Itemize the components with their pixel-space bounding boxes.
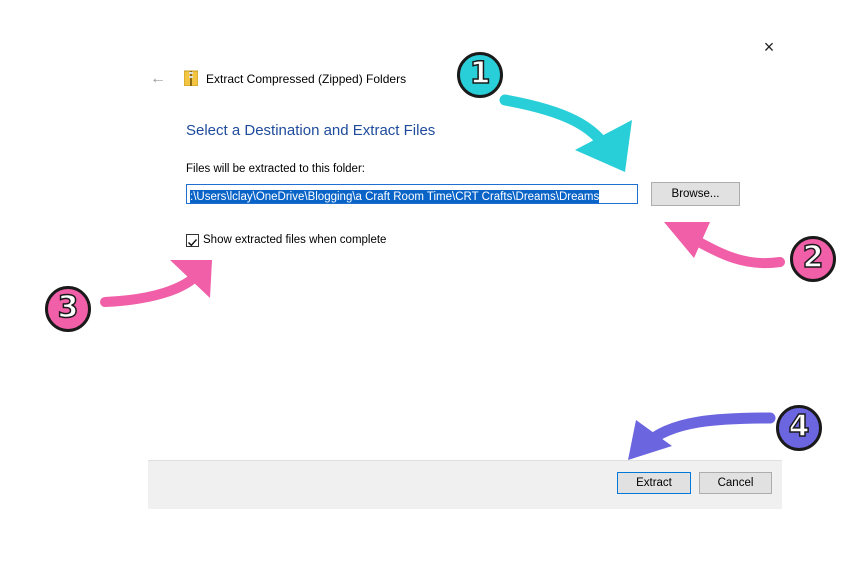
step-badge-2: 2: [790, 236, 836, 282]
annotation-arrows: [100, 94, 785, 460]
step-badge-3: 3: [45, 286, 91, 332]
step-badge-4: 4: [776, 405, 822, 451]
step-badge-1: 1: [457, 52, 503, 98]
arrow-3: [100, 267, 205, 307]
